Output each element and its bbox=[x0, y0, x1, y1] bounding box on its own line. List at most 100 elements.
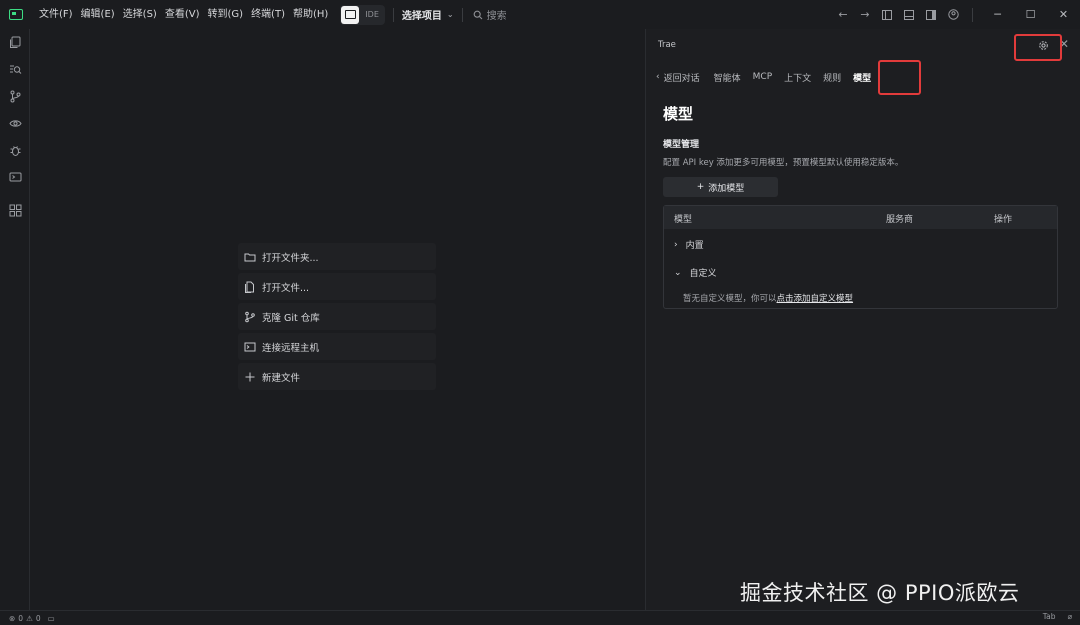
column-model: 模型 bbox=[674, 215, 693, 225]
back-to-chat-button[interactable]: ‹ 返回对话 bbox=[656, 71, 700, 84]
status-bar: ⊗ 0 ⚠ 0 ▭ Tab ⌀ bbox=[0, 610, 1080, 625]
ide-mode-label[interactable]: IDE bbox=[365, 10, 379, 19]
group-builtin-label: 内置 bbox=[685, 241, 704, 251]
warning-icon: ⚠ bbox=[26, 613, 33, 623]
terminal-icon bbox=[244, 342, 256, 351]
menu-edit[interactable]: 编辑(E) bbox=[77, 0, 119, 29]
new-file-button[interactable]: 新建文件 bbox=[238, 363, 436, 390]
add-custom-model-link[interactable]: 点击添加自定义模型 bbox=[777, 294, 854, 304]
group-custom[interactable]: ⌄ 自定义 bbox=[674, 266, 717, 280]
project-selector[interactable]: 选择项目 ⌄ bbox=[402, 7, 454, 22]
toggle-sidebar-icon[interactable] bbox=[876, 0, 898, 29]
column-provider: 服务商 bbox=[886, 215, 914, 225]
models-table: 模型 服务商 操作 › 内置 ⌄ 自定义 暂无自定义模型，你可以点击添加自定义模… bbox=[663, 205, 1058, 309]
activity-bar bbox=[0, 29, 30, 610]
group-builtin[interactable]: › 内置 bbox=[674, 238, 704, 252]
search-icon bbox=[473, 10, 482, 19]
minimize-icon[interactable]: ─ bbox=[981, 0, 1014, 29]
menu-view[interactable]: 查看(V) bbox=[161, 0, 204, 29]
panel-title: Trae bbox=[658, 40, 676, 50]
source-control-icon[interactable] bbox=[0, 83, 30, 110]
warning-count: 0 bbox=[35, 613, 41, 623]
section-description: 配置 API key 添加更多可用模型，预置模型默认使用稳定版本。 bbox=[663, 158, 904, 168]
divider bbox=[972, 7, 973, 22]
tab-indent-label[interactable]: Tab bbox=[1043, 612, 1056, 621]
menu-bar: 文件(F) 编辑(E) 选择(S) 查看(V) 转到(G) 终端(T) 帮助(H… bbox=[35, 0, 332, 29]
titlebar-controls: ← → ─ ☐ ✕ bbox=[832, 0, 1080, 29]
table-header: 模型 服务商 操作 bbox=[664, 206, 1057, 229]
error-icon: ⊗ bbox=[9, 613, 16, 623]
menu-terminal[interactable]: 终端(T) bbox=[247, 0, 289, 29]
add-model-button[interactable]: + 添加模型 bbox=[663, 177, 778, 197]
search-box[interactable]: 搜索 bbox=[473, 7, 507, 22]
debug-bug-icon[interactable] bbox=[0, 137, 30, 164]
search-placeholder: 搜索 bbox=[486, 11, 507, 22]
problems-indicator[interactable]: ⊗ 0 ⚠ 0 ▭ bbox=[9, 614, 55, 623]
watermark: 掘金技术社区 @ PPIO派欧云 bbox=[740, 581, 1020, 605]
plus-icon bbox=[245, 372, 255, 381]
git-branch-icon bbox=[245, 311, 255, 322]
toggle-secondary-sidebar-icon[interactable] bbox=[920, 0, 942, 29]
add-model-label: 添加模型 bbox=[708, 183, 745, 194]
clone-git-button[interactable]: 克隆 Git 仓库 bbox=[238, 303, 436, 330]
back-arrow-icon[interactable]: ← bbox=[832, 0, 854, 29]
divider bbox=[392, 7, 394, 22]
ide-mode-toggle[interactable]: IDE bbox=[340, 4, 385, 25]
preview-eye-icon[interactable] bbox=[0, 110, 30, 137]
highlight-box-settings bbox=[1014, 34, 1062, 61]
tab-agent[interactable]: 智能体 bbox=[714, 71, 741, 84]
tab-rules[interactable]: 规则 bbox=[823, 71, 841, 84]
explorer-icon[interactable] bbox=[0, 29, 30, 56]
back-to-chat-label: 返回对话 bbox=[663, 73, 700, 84]
tab-models[interactable]: 模型 bbox=[853, 71, 871, 84]
error-count: 0 bbox=[18, 613, 24, 623]
empty-text: 暂无自定义模型，你可以 bbox=[683, 294, 777, 304]
maximize-icon[interactable]: ☐ bbox=[1014, 0, 1047, 29]
folder-open-icon bbox=[244, 253, 256, 261]
new-file-label: 新建文件 bbox=[262, 372, 301, 384]
connect-remote-label: 连接远程主机 bbox=[262, 342, 320, 354]
clone-git-label: 克隆 Git 仓库 bbox=[262, 312, 320, 324]
status-right: Tab ⌀ bbox=[1043, 612, 1072, 621]
remote-status-icon[interactable]: ▭ bbox=[48, 614, 55, 623]
project-selector-label: 选择项目 bbox=[401, 11, 442, 22]
menu-help[interactable]: 帮助(H) bbox=[289, 0, 332, 29]
search-files-icon[interactable] bbox=[0, 56, 30, 83]
extensions-icon[interactable] bbox=[0, 197, 30, 224]
editor-area: 打开文件夹... 打开文件... 克隆 Git 仓库 连接远程主机 新建文件 bbox=[30, 29, 642, 610]
open-folder-button[interactable]: 打开文件夹... bbox=[238, 243, 436, 270]
page-title: 模型 bbox=[663, 105, 694, 123]
menu-file[interactable]: 文件(F) bbox=[35, 0, 77, 29]
open-file-button[interactable]: 打开文件... bbox=[238, 273, 436, 300]
tab-mcp[interactable]: MCP bbox=[753, 72, 772, 82]
plus-icon: + bbox=[696, 182, 705, 192]
tab-context[interactable]: 上下文 bbox=[784, 71, 811, 84]
remote-explorer-icon[interactable] bbox=[0, 164, 30, 191]
column-actions: 操作 bbox=[994, 215, 1013, 225]
open-file-label: 打开文件... bbox=[262, 282, 310, 294]
forward-arrow-icon[interactable]: → bbox=[854, 0, 876, 29]
toggle-panel-icon[interactable] bbox=[898, 0, 920, 29]
solo-mode-icon[interactable] bbox=[341, 5, 360, 24]
connect-remote-button[interactable]: 连接远程主机 bbox=[238, 333, 436, 360]
start-actions: 打开文件夹... 打开文件... 克隆 Git 仓库 连接远程主机 新建文件 bbox=[238, 243, 436, 393]
close-window-icon[interactable]: ✕ bbox=[1047, 0, 1080, 29]
menu-go[interactable]: 转到(G) bbox=[204, 0, 248, 29]
open-folder-label: 打开文件夹... bbox=[262, 252, 319, 264]
divider bbox=[461, 7, 463, 22]
chevron-down-icon: ⌄ bbox=[446, 10, 454, 19]
group-custom-label: 自定义 bbox=[689, 269, 717, 279]
menu-selection[interactable]: 选择(S) bbox=[119, 0, 161, 29]
app-logo-icon bbox=[9, 9, 23, 20]
empty-custom-message: 暂无自定义模型，你可以点击添加自定义模型 bbox=[683, 292, 853, 304]
chevron-left-icon: ‹ bbox=[656, 72, 660, 82]
notifications-icon[interactable]: ⌀ bbox=[1067, 612, 1072, 621]
highlight-box-models-tab bbox=[878, 60, 921, 95]
file-icon bbox=[245, 281, 254, 293]
chevron-down-icon: ⌄ bbox=[674, 267, 682, 278]
section-title: 模型管理 bbox=[663, 140, 700, 150]
account-icon[interactable] bbox=[942, 0, 964, 29]
title-bar: 文件(F) 编辑(E) 选择(S) 查看(V) 转到(G) 终端(T) 帮助(H… bbox=[0, 0, 1080, 29]
chevron-right-icon: › bbox=[674, 239, 678, 250]
settings-tabs: ‹ 返回对话 智能体 MCP 上下文 规则 模型 bbox=[656, 67, 883, 87]
